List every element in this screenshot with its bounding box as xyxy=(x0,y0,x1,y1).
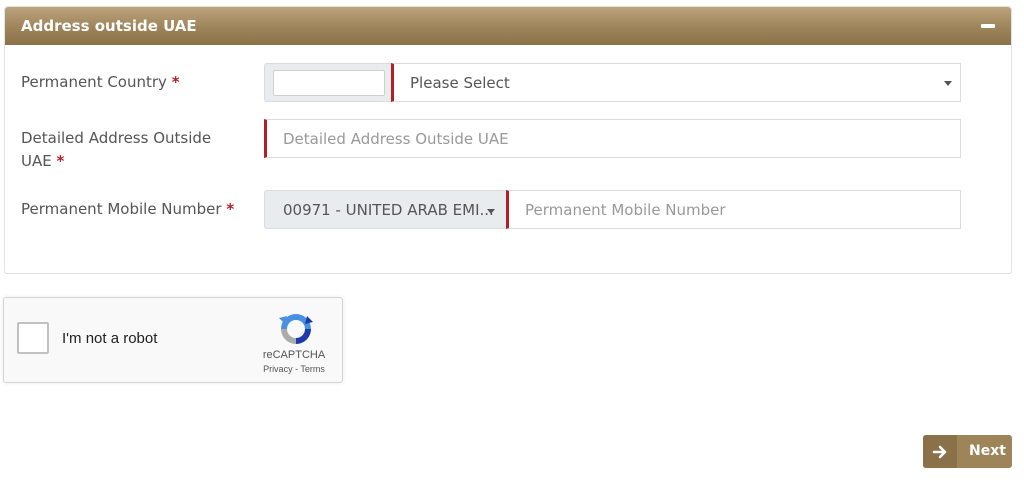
permanent-mobile-input[interactable]: Permanent Mobile Number xyxy=(506,190,961,229)
detailed-address-label: Detailed Address Outside UAE * xyxy=(21,127,211,173)
permanent-mobile-placeholder: Permanent Mobile Number xyxy=(525,201,726,219)
recaptcha-logo-icon xyxy=(279,314,313,344)
detailed-address-label-line1: Detailed Address Outside xyxy=(21,129,212,147)
permanent-country-select[interactable]: Please Select xyxy=(391,63,961,102)
permanent-mobile-label: Permanent Mobile Number * xyxy=(21,198,234,221)
permanent-country-select-value: Please Select xyxy=(410,74,510,92)
arrow-right-icon xyxy=(932,445,947,459)
next-button[interactable]: Next xyxy=(923,435,1012,468)
detailed-address-label-line2-text: UAE xyxy=(21,152,52,170)
chevron-down-icon xyxy=(487,209,495,214)
detailed-address-placeholder: Detailed Address Outside UAE xyxy=(283,130,509,148)
collapse-minus-icon[interactable] xyxy=(981,24,995,28)
permanent-country-label: Permanent Country * xyxy=(21,71,180,94)
permanent-country-code-input[interactable] xyxy=(273,70,385,96)
recaptcha-widget: I'm not a robot reCAPTCHA Privacy - Term… xyxy=(3,297,343,383)
permanent-country-label-text: Permanent Country xyxy=(21,73,167,91)
next-button-label: Next xyxy=(969,443,1006,459)
permanent-mobile-label-text: Permanent Mobile Number xyxy=(21,200,222,218)
recaptcha-privacy-link[interactable]: Privacy xyxy=(263,364,293,374)
recaptcha-terms-link[interactable]: Terms xyxy=(300,364,325,374)
recaptcha-checkbox[interactable] xyxy=(17,322,49,354)
detailed-address-label-line2: UAE * xyxy=(21,150,211,173)
required-mark: * xyxy=(226,200,235,218)
mobile-country-code-value: 00971 - UNITED ARAB EMI... xyxy=(283,201,494,219)
required-mark: * xyxy=(56,152,65,170)
mobile-country-code-select[interactable]: 00971 - UNITED ARAB EMI... xyxy=(264,190,508,229)
permanent-country-code-box xyxy=(264,63,394,102)
next-icon-box xyxy=(923,435,957,468)
panel-header: Address outside UAE xyxy=(5,7,1011,45)
detailed-address-input[interactable]: Detailed Address Outside UAE xyxy=(264,119,961,158)
recaptcha-brand: reCAPTCHA xyxy=(262,349,326,361)
chevron-down-icon xyxy=(944,81,952,86)
panel-title: Address outside UAE xyxy=(21,17,197,35)
recaptcha-label: I'm not a robot xyxy=(62,330,158,347)
recaptcha-links: Privacy - Terms xyxy=(254,364,334,374)
required-mark: * xyxy=(171,73,180,91)
